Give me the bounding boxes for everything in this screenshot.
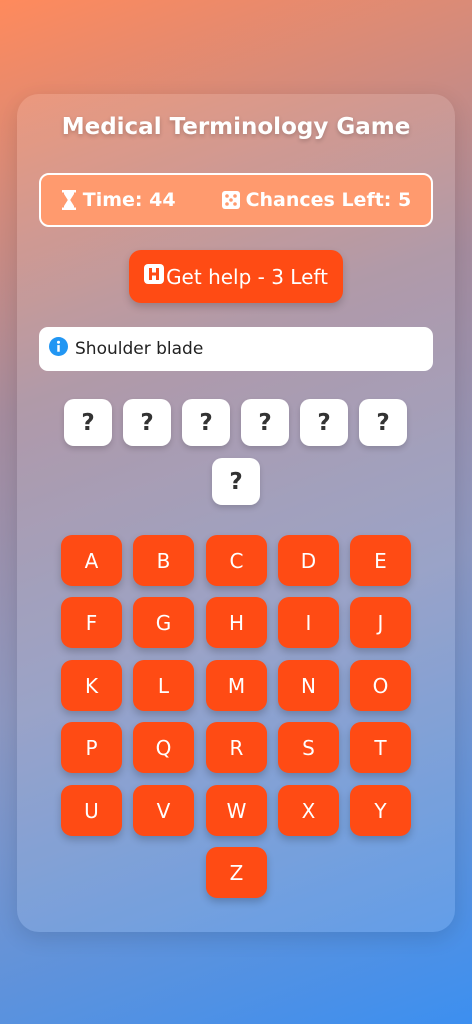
key-y[interactable]: Y xyxy=(350,785,411,836)
letter-slot: ? xyxy=(182,399,230,446)
key-z[interactable]: Z xyxy=(206,847,267,898)
letter-slot: ? xyxy=(359,399,407,446)
key-d[interactable]: D xyxy=(278,535,339,586)
key-t[interactable]: T xyxy=(350,722,411,773)
letter-slot: ? xyxy=(212,458,260,505)
page-title: Medical Terminology Game xyxy=(61,114,411,140)
key-l[interactable]: L xyxy=(133,660,194,711)
key-m[interactable]: M xyxy=(206,660,267,711)
hospital-h-icon xyxy=(144,264,165,289)
hint-box: Shoulder blade xyxy=(39,327,433,371)
key-w[interactable]: W xyxy=(206,785,267,836)
get-help-button[interactable]: Get help - 3 Left xyxy=(129,250,343,303)
key-q[interactable]: Q xyxy=(133,722,194,773)
key-e[interactable]: E xyxy=(350,535,411,586)
dice-icon xyxy=(221,191,240,209)
letter-slot: ? xyxy=(300,399,348,446)
key-i[interactable]: I xyxy=(278,597,339,648)
letter-slot: ? xyxy=(241,399,289,446)
key-x[interactable]: X xyxy=(278,785,339,836)
key-p[interactable]: P xyxy=(61,722,122,773)
key-b[interactable]: B xyxy=(133,535,194,586)
game-card: Medical Terminology Game Time: 44 Chance… xyxy=(17,94,455,932)
key-n[interactable]: N xyxy=(278,660,339,711)
timer-label: Time: 44 xyxy=(82,189,176,211)
key-v[interactable]: V xyxy=(133,785,194,836)
key-c[interactable]: C xyxy=(206,535,267,586)
key-f[interactable]: F xyxy=(61,597,122,648)
key-o[interactable]: O xyxy=(350,660,411,711)
key-k[interactable]: K xyxy=(61,660,122,711)
key-h[interactable]: H xyxy=(206,597,267,648)
chances-stat: Chances Left: 5 xyxy=(221,189,412,211)
key-g[interactable]: G xyxy=(133,597,194,648)
key-s[interactable]: S xyxy=(278,722,339,773)
letter-slot: ? xyxy=(64,399,112,446)
hint-text: Shoulder blade xyxy=(75,339,204,359)
chances-label: Chances Left: 5 xyxy=(245,189,412,211)
key-a[interactable]: A xyxy=(61,535,122,586)
hourglass-icon xyxy=(61,190,77,210)
timer-stat: Time: 44 xyxy=(61,189,176,211)
info-icon xyxy=(49,337,68,361)
get-help-label: Get help - 3 Left xyxy=(166,264,328,289)
letter-slot: ? xyxy=(123,399,171,446)
key-u[interactable]: U xyxy=(61,785,122,836)
status-bar: Time: 44 Chances Left: 5 xyxy=(39,173,433,227)
key-j[interactable]: J xyxy=(350,597,411,648)
key-r[interactable]: R xyxy=(206,722,267,773)
